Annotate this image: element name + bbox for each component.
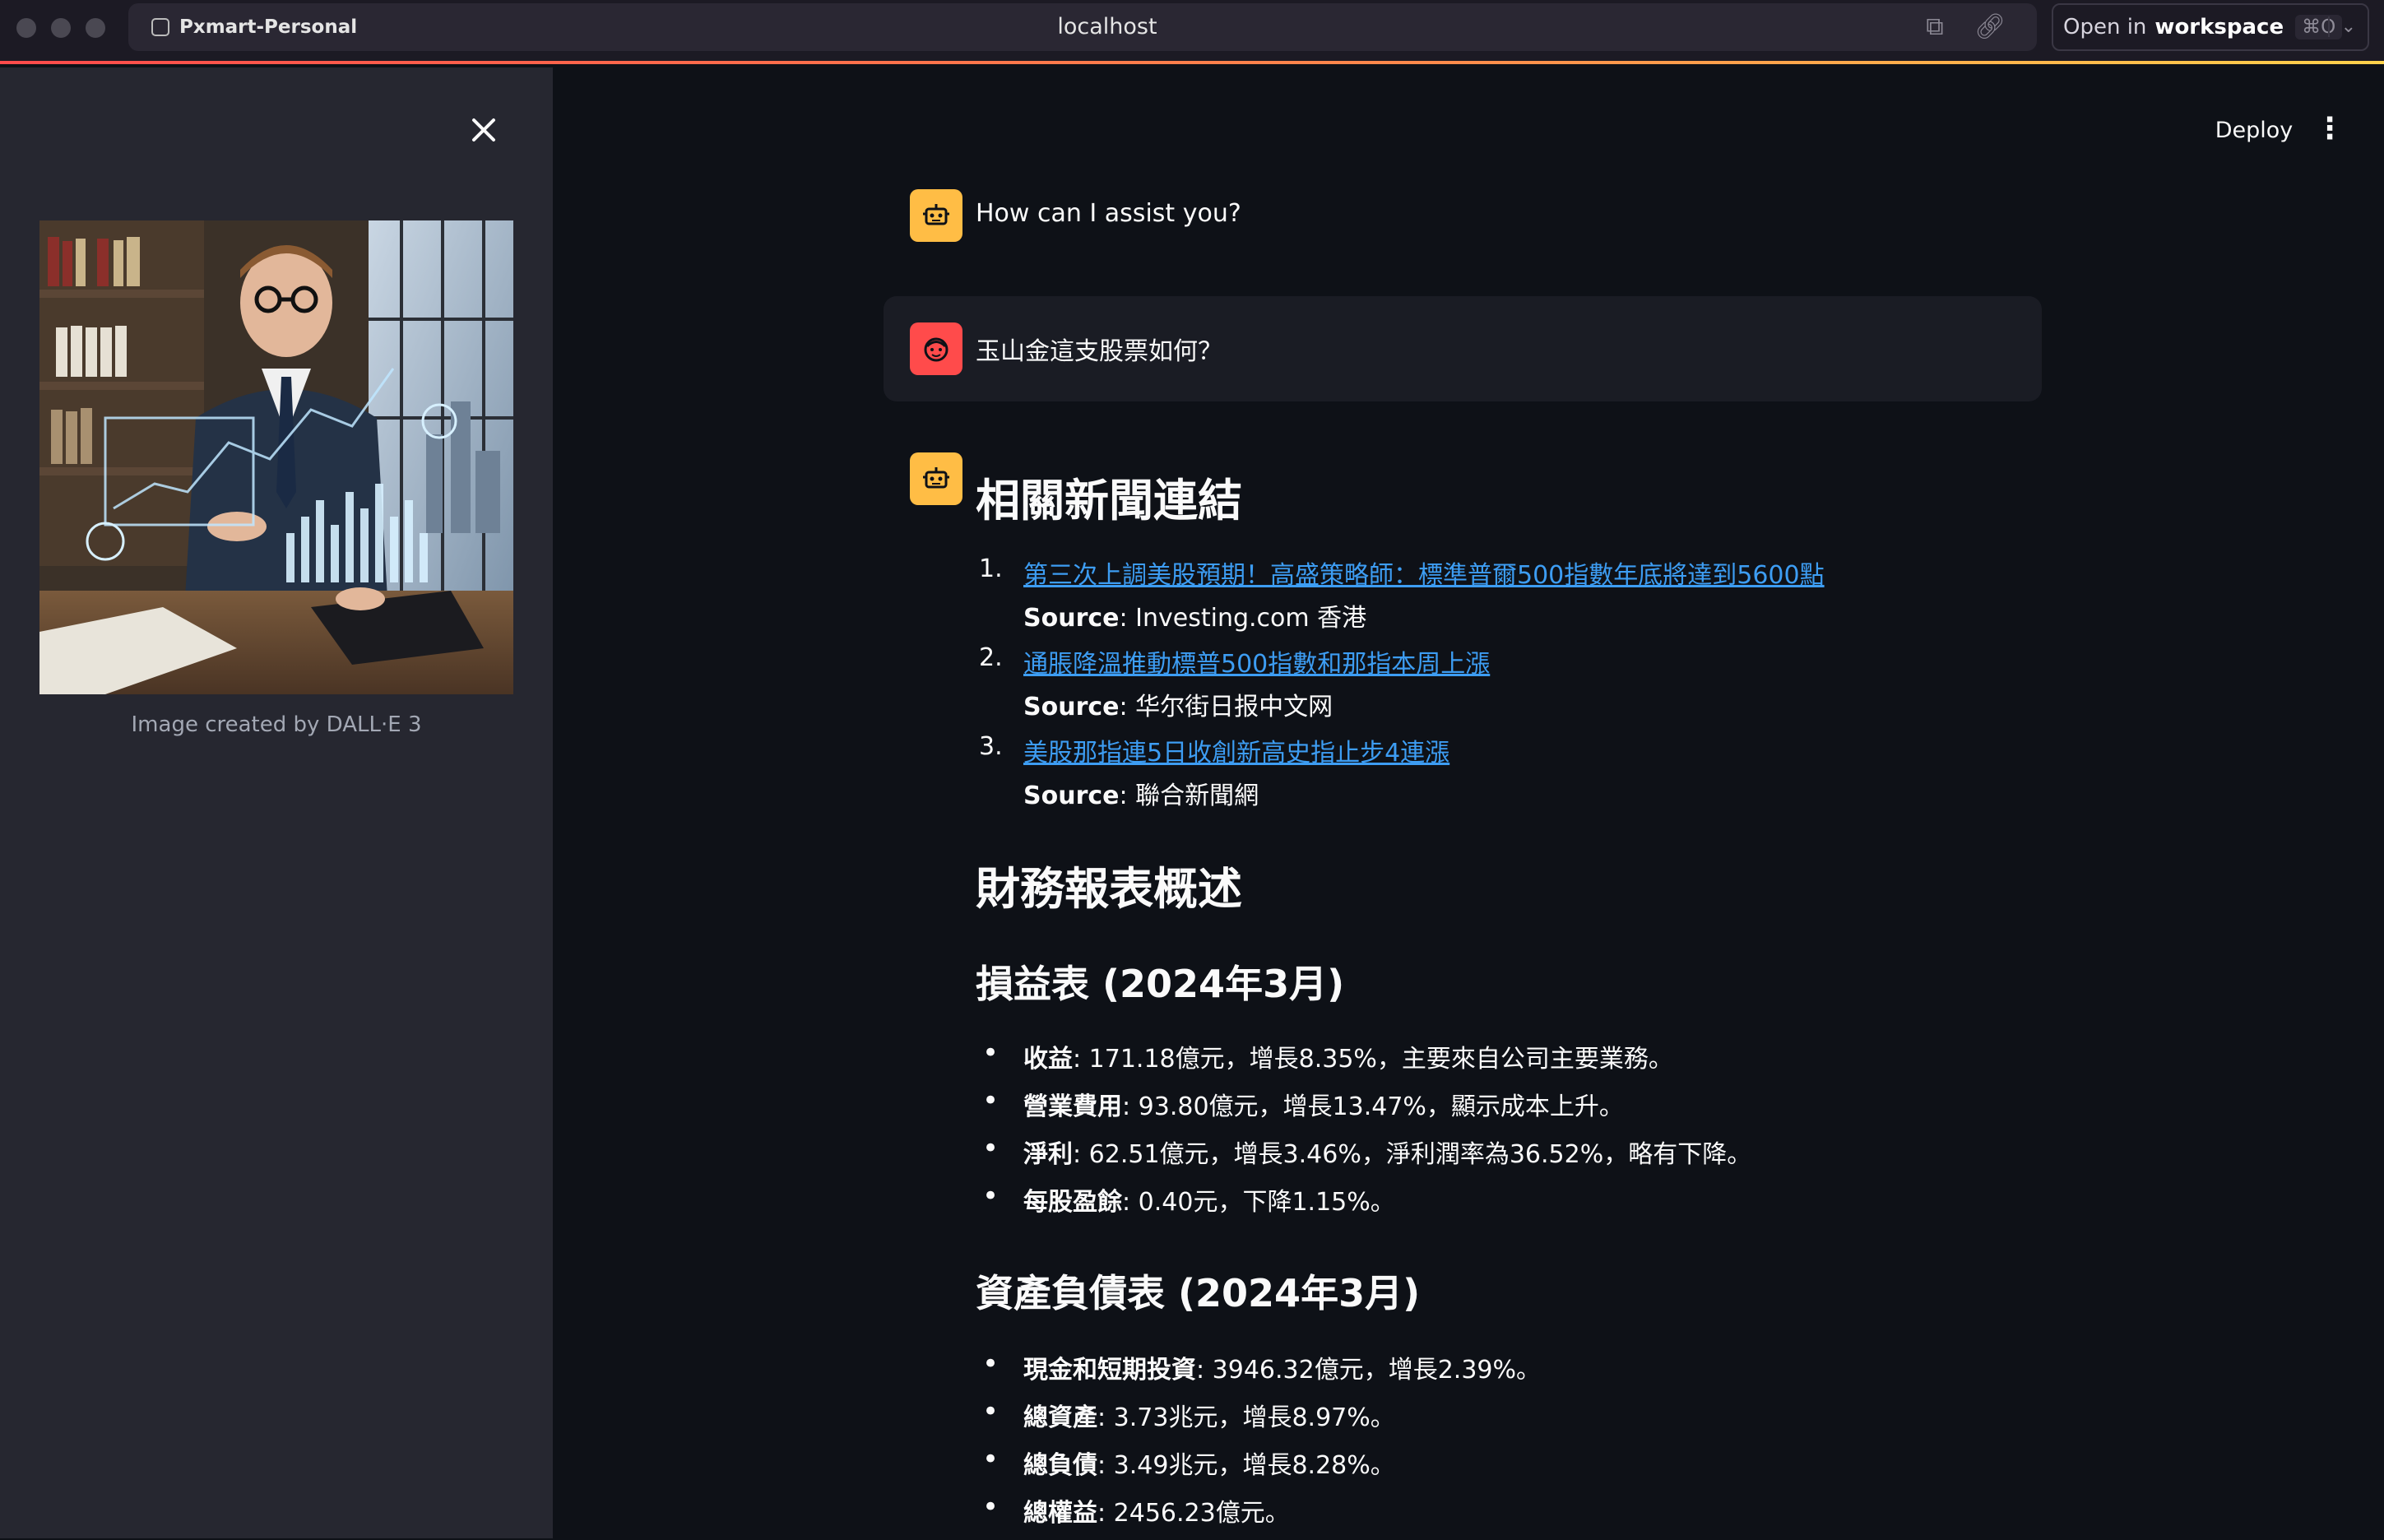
close-sidebar-button[interactable] (466, 112, 502, 148)
workspace-label: workspace (2154, 15, 2284, 39)
minimize-window-button[interactable] (51, 18, 71, 38)
assistant-greeting: How can I assist you? (976, 199, 1241, 228)
item-label: 總權益 (1023, 1499, 1097, 1528)
item-text: : 0.40元，下降1.15%。 (1122, 1188, 1395, 1217)
user-face-icon (924, 337, 948, 362)
open-in-workspace-button[interactable]: Open in workspace ⌘O ⌄ (2052, 3, 2369, 51)
item-text: : 2456.23億元。 (1097, 1499, 1290, 1528)
news-link[interactable]: 通脹降溫推動標普500指數和那指本周上漲 (1023, 643, 1490, 680)
item-label: 總資產 (1023, 1403, 1097, 1432)
maximize-window-button[interactable] (86, 18, 105, 38)
user-message: 玉山金這支股票如何？ (976, 337, 1222, 366)
workspace-prefix: Open in (2063, 15, 2147, 39)
chevron-down-icon[interactable]: ⌄ (2327, 16, 2356, 37)
address-bar[interactable]: localhost (128, 14, 2037, 39)
list-item: 營業費用: 93.80億元，增長13.47%，顯示成本上升。 (979, 1084, 1751, 1134)
dalle-generated-image (39, 220, 513, 694)
list-item: 每股盈餘: 0.40元，下降1.15%。 (979, 1180, 1751, 1229)
news-heading: 相關新聞連結 (976, 475, 1242, 526)
browser-tab[interactable]: Pxmart-Personal localhost ⧉ 🔗︎ (128, 3, 2037, 51)
item-label: 現金和短期投資 (1023, 1356, 1196, 1385)
news-number: 2. (979, 643, 1003, 672)
financial-heading: 財務報表概述 (976, 863, 1242, 915)
item-text: : 93.80億元，增長13.47%，顯示成本上升。 (1122, 1092, 1624, 1121)
list-item: 總資產: 3.73兆元，增長8.97%。 (979, 1395, 1541, 1445)
list-item: 收益: 171.18億元，增長8.35%，主要來自公司主要業務。 (979, 1037, 1751, 1086)
window-controls (16, 18, 105, 38)
income-statement-heading: 損益表 (2024年3月) (976, 962, 1345, 1006)
source-label: Source (1023, 693, 1120, 721)
source-label: Source (1023, 604, 1120, 633)
income-statement-list: 收益: 171.18億元，增長8.35%，主要來自公司主要業務。 營業費用: 9… (979, 1037, 1752, 1229)
news-source: Source: 华尔街日报中文网 (1023, 693, 1333, 721)
sidebar-toggle-icon[interactable]: ⧉ (1920, 13, 1950, 41)
item-label: 每股盈餘 (1023, 1188, 1122, 1217)
robot-icon (923, 204, 949, 225)
close-icon (472, 118, 495, 141)
news-link[interactable]: 美股那指連5日收創新高史指止步4連漲 (1023, 732, 1449, 768)
image-caption: Image created by DALL·E 3 (131, 712, 422, 737)
user-avatar (910, 322, 962, 375)
balance-sheet-heading: 資產負債表 (2024年3月) (976, 1271, 1421, 1315)
item-text: : 62.51億元，增長3.46%，淨利潤率為36.52%，略有下降。 (1073, 1140, 1752, 1169)
list-item: 總負債: 3.49兆元，增長8.28%。 (979, 1443, 1541, 1492)
browser-chrome: Pxmart-Personal localhost ⧉ 🔗︎ Open in w… (0, 0, 2384, 64)
source-label: Source (1023, 782, 1120, 810)
source-name: 聯合新聞網 (1135, 782, 1259, 810)
item-text: : 3946.32億元，增長2.39%。 (1196, 1356, 1542, 1385)
list-item: 現金和短期投資: 3946.32億元，增長2.39%。 (979, 1348, 1542, 1397)
item-label: 營業費用 (1023, 1092, 1122, 1121)
item-text: : 3.73兆元，增長8.97%。 (1097, 1403, 1395, 1432)
list-item: 總權益: 2456.23億元。 (979, 1491, 1541, 1540)
news-number: 1. (979, 554, 1003, 583)
assistant-avatar (910, 452, 962, 505)
sidebar: Image created by DALL·E 3 (0, 67, 553, 1538)
assistant-avatar (910, 189, 962, 242)
deploy-button[interactable]: Deploy (2205, 109, 2303, 151)
more-options-icon[interactable]: ⋮ (2313, 107, 2346, 151)
news-source: Source: 聯合新聞網 (1023, 782, 1259, 810)
news-source: Source: Investing.com 香港 (1023, 604, 1367, 633)
link-icon[interactable]: 🔗︎ (1974, 13, 2006, 41)
news-number: 3. (979, 732, 1003, 761)
balance-sheet-list: 現金和短期投資: 3946.32億元，增長2.39%。 總資產: 3.73兆元，… (979, 1348, 1542, 1540)
item-text: : 3.49兆元，增長8.28%。 (1097, 1451, 1395, 1480)
list-item: 淨利: 62.51億元，增長3.46%，淨利潤率為36.52%，略有下降。 (979, 1132, 1752, 1181)
item-label: 淨利 (1023, 1140, 1073, 1169)
news-link[interactable]: 第三次上調美股預期！高盛策略師：標準普爾500指數年底將達到5600點 (1023, 554, 1825, 591)
main-content: Deploy ⋮ How can I assist you? 玉山金這支股票如何… (553, 67, 2384, 1538)
robot-icon (923, 467, 949, 489)
source-name: Investing.com 香港 (1135, 604, 1367, 633)
item-label: 收益 (1023, 1045, 1073, 1074)
item-label: 總負債 (1023, 1451, 1097, 1480)
source-name: 华尔街日报中文网 (1135, 693, 1333, 721)
close-window-button[interactable] (16, 18, 36, 38)
item-text: : 171.18億元，增長8.35%，主要來自公司主要業務。 (1073, 1045, 1673, 1074)
